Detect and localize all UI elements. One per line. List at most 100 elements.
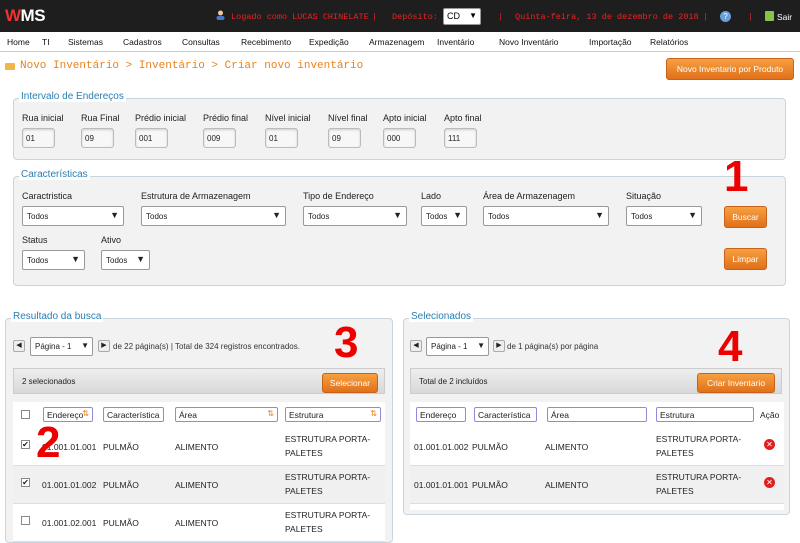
header-estrutura-label: Estrutura (660, 410, 695, 420)
row-checkbox[interactable]: ✔ (21, 440, 30, 449)
cell-caracteristica: PULMÃO (472, 442, 508, 452)
header-estrutura[interactable]: Estrutura (656, 407, 754, 422)
sort-icon: ⇅ (82, 409, 89, 418)
annotation-2: 2 (36, 418, 61, 467)
exit-link[interactable]: Sair (777, 12, 792, 22)
table-row[interactable]: 01.001.02.001 PULMÃO ALIMENTO ESTRUTURA … (13, 504, 385, 542)
cell-area: ALIMENTO (175, 518, 219, 528)
prev-page-button[interactable]: ◀ (410, 340, 422, 352)
novo-inventario-produto-button[interactable]: Novo Inventario por Produto (666, 58, 794, 80)
header-endereco[interactable]: Endereço (416, 407, 466, 422)
menu-item-novo-inventario[interactable]: Novo Inventário (499, 37, 559, 47)
lado-label: Lado (421, 191, 442, 201)
situacao-select[interactable]: Todos ▼ (626, 206, 702, 226)
menu-item-importacao[interactable]: Importação (589, 37, 632, 47)
menu-item-recebimento[interactable]: Recebimento (241, 37, 291, 47)
selecionados-page-select[interactable]: Página - 1 ▼ (426, 337, 489, 356)
help-icon[interactable]: ? (720, 11, 731, 22)
menu-item-ti[interactable]: TI (42, 37, 50, 47)
resultado-page-select[interactable]: Página - 1 ▼ (30, 337, 93, 356)
tipo-endereco-label: Tipo de Endereço (303, 191, 374, 201)
deposito-label: Depósito: (392, 12, 438, 22)
predio-final-input[interactable]: 009 (203, 128, 236, 148)
deposito-select[interactable]: CD ▼ (443, 8, 481, 25)
header-area[interactable]: Área ⇅ (175, 407, 278, 422)
estrutura-value: Todos (146, 212, 168, 221)
chevron-down-icon: ▼ (110, 210, 119, 220)
nivel-inicial-input[interactable]: 01 (265, 128, 298, 148)
predio-inicial-input[interactable]: 001 (135, 128, 168, 148)
menu-item-sistemas[interactable]: Sistemas (68, 37, 103, 47)
status-label: Status (22, 235, 48, 245)
apto-final-input[interactable]: 111 (444, 128, 477, 148)
header-area[interactable]: Área (547, 407, 647, 422)
caracteristica-select[interactable]: Todos ▼ (22, 206, 124, 226)
status-select[interactable]: Todos ▼ (22, 250, 85, 270)
annotation-1: 1 (724, 152, 749, 201)
criar-inventario-button[interactable]: Criar Inventario (697, 373, 775, 393)
lado-value: Todos (426, 212, 448, 221)
resultado-title: Resultado da busca (11, 311, 104, 322)
nivel-final-label: Nível final (328, 113, 368, 123)
chevron-down-icon: ▼ (136, 254, 145, 264)
cell-area: ALIMENTO (545, 442, 589, 452)
ativo-select[interactable]: Todos ▼ (101, 250, 150, 270)
table-row: 01.001.01.002 PULMÃO ALIMENTO ESTRUTURA … (410, 428, 784, 466)
area-armazenagem-select[interactable]: Todos ▼ (483, 206, 609, 226)
limpar-button[interactable]: Limpar (724, 248, 767, 270)
cell-estrutura: ESTRUTURA PORTA-PALETES (656, 472, 742, 496)
sort-icon: ⇅ (267, 409, 274, 418)
table-row[interactable]: ✔ 01.001.01.001 PULMÃO ALIMENTO ESTRUTUR… (13, 428, 385, 466)
delete-icon[interactable]: ✕ (764, 477, 775, 488)
chevron-down-icon: ▼ (688, 210, 697, 220)
estrutura-select[interactable]: Todos ▼ (141, 206, 286, 226)
cell-estrutura: ESTRUTURA PORTA-PALETES (285, 472, 371, 496)
delete-icon[interactable]: ✕ (764, 439, 775, 450)
select-all-checkbox[interactable] (21, 410, 30, 419)
annotation-4: 4 (718, 322, 743, 371)
lado-select[interactable]: Todos ▼ (421, 206, 467, 226)
chevron-down-icon: ▼ (477, 341, 485, 350)
caracteristica-label: Caractristica (22, 191, 73, 201)
exit-icon[interactable] (765, 11, 774, 21)
separator: | (703, 12, 709, 22)
menu-item-home[interactable]: Home (7, 37, 30, 47)
intervalo-title: Intervalo de Endereços (19, 91, 126, 102)
header-estrutura-label: Estrutura (289, 410, 324, 420)
next-page-button[interactable]: ▶ (98, 340, 110, 352)
cell-area: ALIMENTO (545, 480, 589, 490)
rua-final-input[interactable]: 09 (81, 128, 114, 148)
apto-inicial-input[interactable]: 000 (383, 128, 416, 148)
ativo-label: Ativo (101, 235, 122, 245)
resultado-page-value: Página - 1 (35, 342, 72, 351)
chevron-down-icon: ▼ (71, 254, 80, 264)
header-estrutura[interactable]: Estrutura ⇅ (285, 407, 381, 422)
tipo-endereco-select[interactable]: Todos ▼ (303, 206, 407, 226)
cell-estrutura: ESTRUTURA PORTA-PALETES (285, 434, 371, 458)
menu-item-consultas[interactable]: Consultas (182, 37, 220, 47)
predio-final-label: Prédio final (203, 113, 249, 123)
cell-area: ALIMENTO (175, 480, 219, 490)
row-checkbox[interactable]: ✔ (21, 478, 30, 487)
row-checkbox[interactable] (21, 516, 30, 525)
next-page-button[interactable]: ▶ (493, 340, 505, 352)
table-row[interactable]: ✔ 01.001.01.002 PULMÃO ALIMENTO ESTRUTUR… (13, 466, 385, 504)
menu-item-inventario[interactable]: Inventário (437, 37, 474, 47)
app-logo: WMS (5, 6, 46, 25)
header-acao: Ação (760, 410, 780, 420)
nivel-final-input[interactable]: 09 (328, 128, 361, 148)
menu-item-expedicao[interactable]: Expedição (309, 37, 349, 47)
selecionar-button[interactable]: Selecionar (322, 373, 378, 393)
menu-item-armazenagem[interactable]: Armazenagem (369, 37, 424, 47)
rua-inicial-input[interactable]: 01 (22, 128, 55, 148)
selecionados-page-info: de 1 página(s) por página (507, 342, 599, 351)
buscar-button[interactable]: Buscar (724, 206, 767, 228)
menu-item-relatorios[interactable]: Relatórios (650, 37, 688, 47)
header-caracteristica[interactable]: Característica (474, 407, 537, 422)
cell-endereco: 01.001.02.001 (42, 518, 97, 528)
prev-page-button[interactable]: ◀ (13, 340, 25, 352)
user-label: Logado como LUCAS CHINELATE (231, 12, 369, 22)
header-caracteristica[interactable]: Característica (103, 407, 164, 422)
menu-item-cadastros[interactable]: Cadastros (123, 37, 162, 47)
cell-endereco: 01.001.01.002 (42, 480, 97, 490)
